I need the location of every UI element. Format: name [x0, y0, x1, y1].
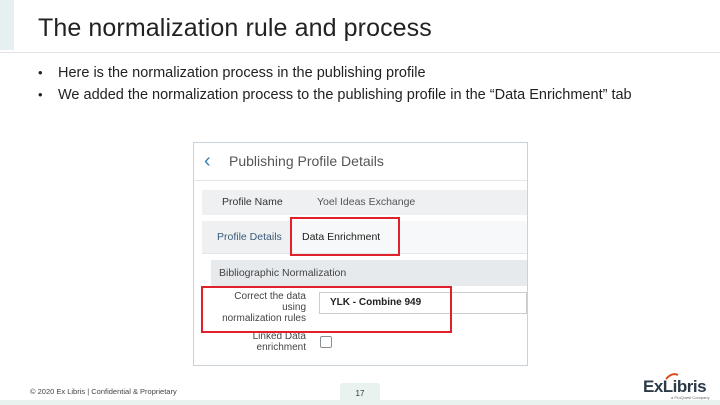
page-number: 17: [355, 389, 365, 398]
logo-tagline: a ProQuest Company: [671, 395, 710, 400]
title-divider: [0, 52, 720, 53]
highlight-data-enrichment-tab: [290, 217, 400, 256]
footer-bar: [0, 400, 720, 405]
tab-profile-details[interactable]: Profile Details: [202, 221, 290, 253]
panel-title: Publishing Profile Details: [229, 153, 384, 169]
profile-name-value: Yoel Ideas Exchange: [317, 196, 416, 208]
panel-header: ‹ Publishing Profile Details: [194, 143, 527, 181]
logo-text: ExLibris: [643, 377, 707, 396]
bullet-list: Here is the normalization process in the…: [38, 62, 632, 106]
bullet-item: We added the normalization process to th…: [38, 84, 632, 106]
linked-data-label: Linked Data enrichment: [194, 331, 306, 353]
tab-label: Profile Details: [217, 231, 282, 243]
bullet-item: Here is the normalization process in the…: [38, 62, 632, 84]
slide-title: The normalization rule and process: [38, 14, 432, 42]
chevron-left-icon[interactable]: ‹: [204, 150, 211, 173]
section-title: Bibliographic Normalization: [219, 267, 347, 279]
title-accent-bar: [0, 0, 14, 50]
header-divider: [194, 180, 527, 181]
highlight-normalization-field: [201, 286, 452, 333]
exlibris-logo: ExLibris a ProQuest Company: [643, 373, 709, 400]
profile-name-label: Profile Name: [222, 196, 283, 208]
profile-name-row: Profile Name Yoel Ideas Exchange: [202, 190, 527, 215]
label-line: enrichment: [256, 342, 306, 353]
linked-data-checkbox[interactable]: [320, 336, 332, 348]
footer-copyright: © 2020 Ex Libris | Confidential & Propri…: [30, 387, 177, 396]
section-header[interactable]: Bibliographic Normalization: [211, 260, 527, 286]
